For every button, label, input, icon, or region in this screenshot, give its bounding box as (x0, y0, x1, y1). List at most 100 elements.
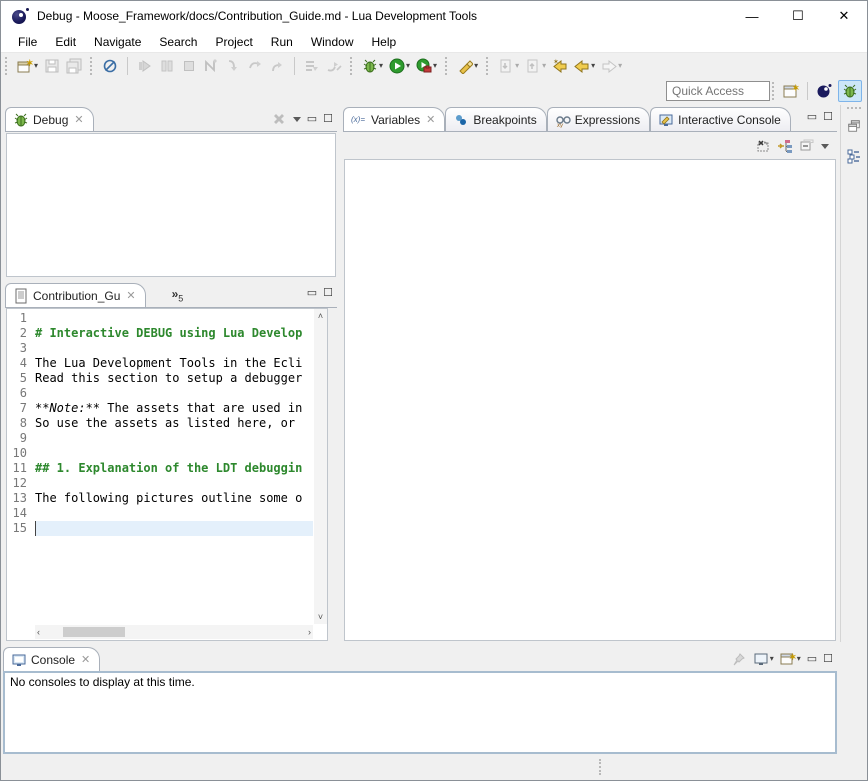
remove-all-terminated-icon[interactable] (271, 111, 287, 127)
variables-tree-area[interactable] (344, 159, 836, 641)
new-dropdown-arrow[interactable]: ▾ (34, 62, 38, 70)
run-button[interactable]: ▾ (387, 56, 412, 76)
editor-line[interactable]: 3 (7, 341, 313, 356)
editor-line[interactable]: 6 (7, 386, 313, 401)
editor-line[interactable]: 1 (7, 311, 313, 326)
menu-help[interactable]: Help (363, 33, 406, 51)
menu-run[interactable]: Run (262, 33, 302, 51)
tab-interactive-console[interactable]: Interactive Console (650, 107, 791, 131)
close-tab-icon[interactable]: ✕ (126, 289, 135, 302)
trim-drag-handle[interactable] (847, 107, 861, 109)
run-dropdown-arrow[interactable]: ▾ (406, 62, 410, 70)
debug-button[interactable]: ▾ (360, 56, 385, 76)
forward-dropdown-arrow[interactable]: ▾ (618, 62, 622, 70)
editor-horizontal-scrollbar[interactable]: ‹ › (35, 625, 313, 639)
last-edit-location-button[interactable]: ✶ (550, 56, 570, 76)
toolbar-drag-handle[interactable] (5, 57, 9, 75)
tab-breakpoints[interactable]: Breakpoints (445, 107, 546, 131)
menu-window[interactable]: Window (302, 33, 363, 51)
mark-occurrences-button[interactable]: ▾ (455, 56, 480, 76)
status-trim-drag-handle[interactable] (599, 759, 601, 775)
hidden-editors-chevron[interactable]: »5 (172, 287, 184, 303)
next-annotation-button[interactable]: ▾ (496, 56, 521, 76)
tab-editor-contribution-guide[interactable]: Contribution_Gu ✕ (5, 283, 146, 307)
close-tab-icon[interactable]: ✕ (81, 653, 90, 666)
debug-perspective-button[interactable] (838, 80, 862, 102)
pin-console-icon[interactable] (731, 651, 747, 667)
editor-text-area[interactable]: 12# Interactive DEBUG using Lua Develop3… (6, 308, 328, 641)
minimize-view-icon[interactable]: ▭ (807, 653, 817, 665)
editor-line[interactable]: 10 (7, 446, 313, 461)
restore-view-button[interactable] (843, 115, 865, 137)
minimize-view-icon[interactable]: ▭ (307, 287, 317, 299)
minimize-button[interactable]: — (729, 1, 775, 31)
menu-project[interactable]: Project (206, 33, 261, 51)
step-over-button[interactable] (245, 56, 265, 76)
scroll-down-icon[interactable]: ˅ (316, 610, 325, 624)
maximize-view-icon[interactable]: ☐ (323, 287, 333, 299)
editor-line[interactable]: 2# Interactive DEBUG using Lua Develop (7, 326, 313, 341)
tab-console[interactable]: Console ✕ (3, 647, 100, 671)
lua-perspective-button[interactable] (812, 80, 836, 102)
show-logical-structures-icon[interactable] (777, 138, 793, 154)
forward-button[interactable]: ▾ (599, 56, 624, 76)
editor-line[interactable]: 8So use the assets as listed here, or (7, 416, 313, 431)
outline-view-button[interactable] (843, 145, 865, 167)
show-type-names-icon[interactable] (755, 138, 771, 154)
maximize-button[interactable]: ☐ (775, 1, 821, 31)
collapse-all-icon[interactable] (799, 138, 815, 154)
editor-line[interactable]: 15 (7, 521, 313, 536)
disconnect-button[interactable] (201, 56, 221, 76)
save-button[interactable] (42, 56, 62, 76)
previous-annotation-dropdown-arrow[interactable]: ▾ (542, 62, 546, 70)
menu-navigate[interactable]: Navigate (85, 33, 150, 51)
menu-search[interactable]: Search (150, 33, 206, 51)
toolbar-drag-handle[interactable] (445, 57, 449, 75)
use-step-filters-button[interactable] (302, 56, 322, 76)
tab-debug[interactable]: Debug ✕ (5, 107, 94, 131)
back-button[interactable]: ▾ (572, 56, 597, 76)
menu-edit[interactable]: Edit (46, 33, 85, 51)
display-selected-console-button[interactable]: ▾ (753, 651, 774, 667)
external-tools-button[interactable]: ▾ (414, 56, 439, 76)
scroll-up-icon[interactable]: ˄ (316, 309, 325, 323)
step-return-button[interactable] (267, 56, 287, 76)
console-output-area[interactable]: No consoles to display at this time. (3, 671, 837, 754)
tab-expressions[interactable]: xy Expressions (547, 107, 650, 131)
editor-line[interactable]: 9 (7, 431, 313, 446)
external-tools-dropdown-arrow[interactable]: ▾ (433, 62, 437, 70)
toolbar-drag-handle[interactable] (350, 57, 354, 75)
close-button[interactable]: ✕ (821, 1, 867, 31)
skip-all-breakpoints-button[interactable] (100, 56, 120, 76)
drop-to-frame-button[interactable] (324, 56, 344, 76)
scroll-right-icon[interactable]: › (306, 625, 313, 639)
debug-dropdown-arrow[interactable]: ▾ (379, 62, 383, 70)
scrollbar-thumb[interactable] (63, 627, 125, 637)
minimize-view-icon[interactable]: ▭ (807, 111, 817, 123)
step-into-button[interactable] (223, 56, 243, 76)
toolbar-drag-handle[interactable] (486, 57, 490, 75)
editor-vertical-scrollbar[interactable]: ˄ ˅ (314, 309, 327, 624)
scroll-left-icon[interactable]: ‹ (35, 625, 42, 639)
open-console-button[interactable]: ✶ ▾ (780, 651, 801, 667)
debug-tree-area[interactable] (6, 133, 336, 277)
close-tab-icon[interactable]: ✕ (426, 113, 435, 126)
maximize-view-icon[interactable]: ☐ (823, 111, 833, 123)
resume-button[interactable] (135, 56, 155, 76)
suspend-button[interactable] (157, 56, 177, 76)
view-menu-icon[interactable] (293, 117, 301, 122)
editor-line[interactable]: 14 (7, 506, 313, 521)
save-all-button[interactable] (64, 56, 84, 76)
toolbar-drag-handle[interactable] (90, 57, 94, 75)
terminate-button[interactable] (179, 56, 199, 76)
open-perspective-button[interactable]: ✶ (779, 80, 803, 102)
new-wizard-button[interactable]: ✶ ▾ (15, 56, 40, 76)
back-dropdown-arrow[interactable]: ▾ (591, 62, 595, 70)
maximize-view-icon[interactable]: ☐ (823, 653, 833, 665)
view-menu-icon[interactable] (821, 144, 829, 149)
editor-line[interactable]: 13The following pictures outline some o (7, 491, 313, 506)
close-tab-icon[interactable]: ✕ (74, 113, 83, 126)
editor-line[interactable]: 12 (7, 476, 313, 491)
toolbar-drag-handle[interactable] (772, 82, 776, 100)
quick-access-input[interactable] (666, 81, 770, 101)
